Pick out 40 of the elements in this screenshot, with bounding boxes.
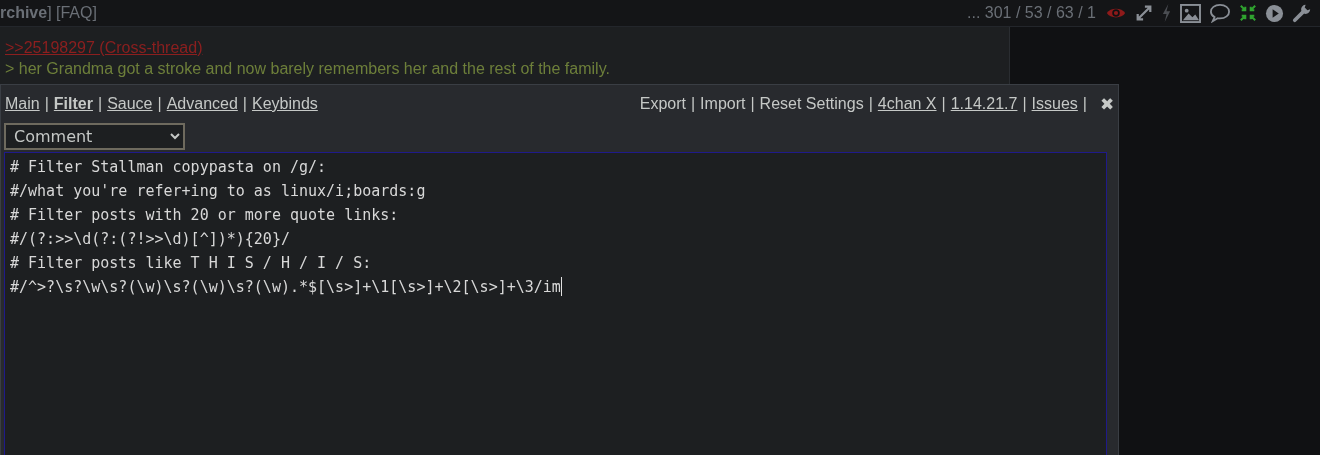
text-cursor [560,277,562,296]
separator: | [97,95,103,113]
code-line: # Filter posts like T H I S / H / I / S: [10,253,373,274]
separator: | [868,95,873,113]
header-action[interactable]: Import [700,95,746,113]
image-icon[interactable] [1180,3,1201,23]
separator: | [1022,95,1027,113]
separator: | [1082,95,1087,113]
shrink-arrows-icon[interactable] [1239,4,1257,22]
play-icon[interactable] [1265,3,1284,23]
header-link[interactable]: 4chan X [877,95,937,113]
filter-type-select[interactable]: Comment [4,123,185,150]
code-line: #/(?:>>\d(?:(?!>>\d)[^])*){20}/ [10,229,291,250]
code-line: #/^>?\s?\w\s?(\w)\s?(\w)\s?(\w).*$[\s>]+\1[\s>]+\2[\s>]+\3/im [10,278,561,296]
header-link[interactable]: Issues [1031,95,1078,113]
settings-tab[interactable]: Keybinds [252,95,318,113]
separator: | [690,95,696,113]
settings-tab[interactable]: Filter [53,95,93,113]
header-action[interactable]: Reset Settings [759,95,864,113]
separator: | [750,95,755,113]
post-counts: ... 301 / 53 / 63 / 1 [967,4,1096,22]
code-line: #/what you're refer+ing to as linux/i;boards:g [10,181,427,202]
header-action[interactable]: Export [639,95,686,113]
code-line: # Filter posts with 20 or more quote links: [10,205,400,226]
filter-textarea[interactable] [4,152,1107,455]
wrench-icon[interactable] [1292,3,1312,23]
expand-icon[interactable] [1135,4,1153,22]
settings-tab[interactable]: Sauce [107,95,153,113]
code-line: # Filter Stallman copypasta on /g/: [10,157,328,178]
settings-tab[interactable]: Advanced [166,95,238,113]
greentext-line: > her Grandma got a stroke and now barely remembers her and the rest of the family. [5,59,611,79]
close-button[interactable]: ✖ [1100,93,1114,115]
settings-tab[interactable]: Main [5,95,40,113]
board-nav-links[interactable]: rchive] [FAQ] [0,4,97,22]
speech-bubble-icon[interactable] [1209,3,1231,23]
separator: | [157,95,162,113]
separator: | [44,95,49,113]
separator: | [941,95,946,113]
separator: | [242,95,247,113]
header-link[interactable]: 1.14.21.7 [950,95,1018,113]
